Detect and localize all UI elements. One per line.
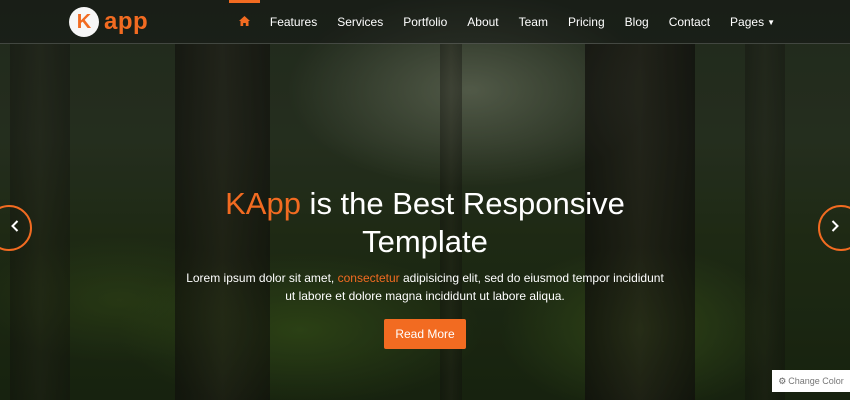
- nav-item-services[interactable]: Services: [327, 0, 393, 44]
- gear-icon: ⚙: [778, 375, 787, 386]
- caret-down-icon: ▼: [767, 17, 775, 27]
- change-color-button[interactable]: ⚙ Change Color: [772, 370, 850, 392]
- hero-title-rest: is the Best Responsive Template: [300, 186, 625, 259]
- hero-title: KApp is the Best Responsive Template: [205, 185, 645, 261]
- read-more-button[interactable]: Read More: [384, 319, 466, 349]
- main-nav: Features Services Portfolio About Team P…: [228, 0, 850, 44]
- home-icon: [238, 15, 250, 29]
- hero-title-brand: KApp: [225, 186, 301, 221]
- nav-item-blog[interactable]: Blog: [615, 0, 659, 44]
- nav-item-contact[interactable]: Contact: [659, 0, 720, 44]
- nav-item-features[interactable]: Features: [260, 0, 327, 44]
- nav-item-about[interactable]: About: [457, 0, 508, 44]
- hero-text-start: Lorem ipsum dolor sit amet,: [186, 271, 338, 285]
- logo-text: app: [104, 8, 149, 35]
- navbar: K app Features Services Portfolio About …: [0, 0, 850, 44]
- logo[interactable]: K app: [69, 7, 148, 37]
- logo-badge: K: [69, 7, 99, 37]
- hero-content: KApp is the Best Responsive Template Lor…: [0, 185, 850, 349]
- nav-item-team[interactable]: Team: [509, 0, 558, 44]
- nav-item-pages[interactable]: Pages ▼: [720, 0, 850, 44]
- nav-item-pricing[interactable]: Pricing: [558, 0, 615, 44]
- change-color-label: Change Color: [788, 376, 844, 386]
- hero-text-link[interactable]: consectetur: [338, 271, 400, 285]
- nav-item-home[interactable]: [228, 0, 260, 44]
- nav-item-portfolio[interactable]: Portfolio: [393, 0, 457, 44]
- nav-item-pages-label: Pages: [730, 15, 765, 29]
- hero-text: Lorem ipsum dolor sit amet, consectetur …: [185, 269, 665, 305]
